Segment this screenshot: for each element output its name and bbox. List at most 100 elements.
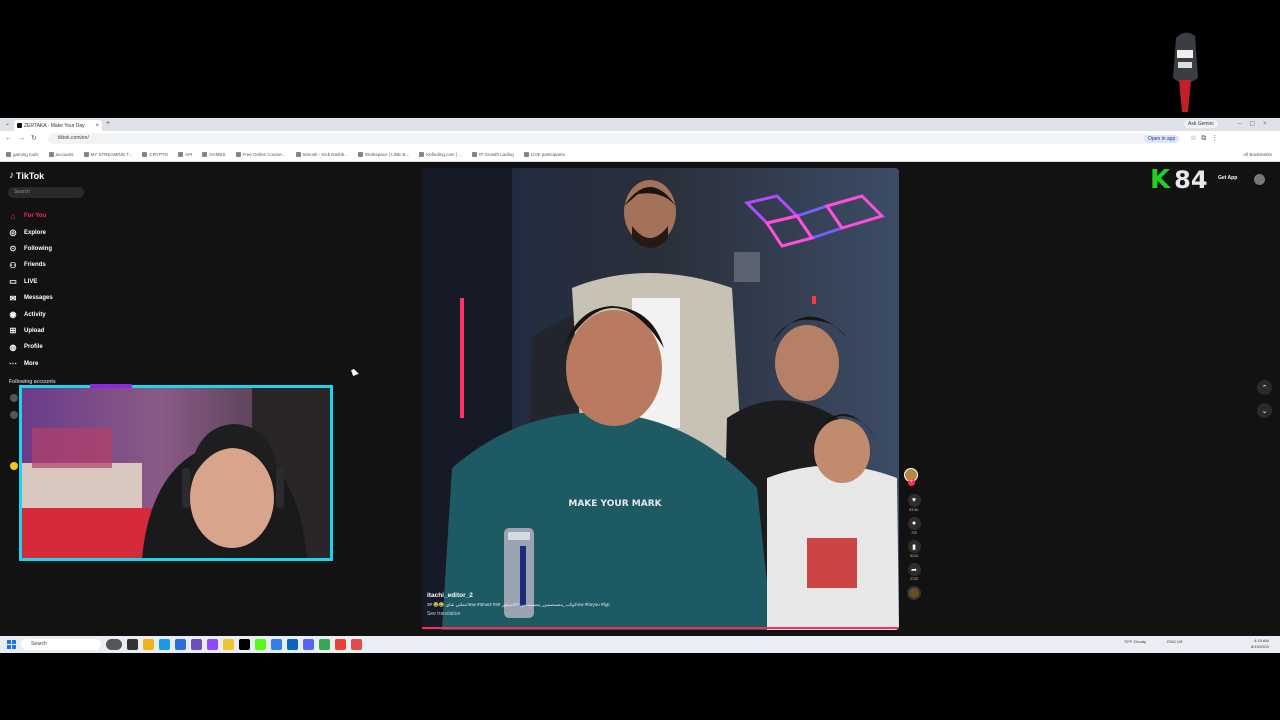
- linkedin-icon[interactable]: [287, 639, 298, 650]
- edge-icon[interactable]: [159, 639, 170, 650]
- sidebar-item-label: Profile: [24, 344, 43, 351]
- upload-icon: ⊞: [9, 326, 17, 336]
- share-icon[interactable]: ➦: [907, 563, 921, 576]
- clock[interactable]: 4:15 AM 8/19/2024: [1251, 638, 1269, 650]
- comment-icon[interactable]: ●: [907, 517, 921, 530]
- sidebar-item-friends[interactable]: ⚇ Friends: [8, 257, 53, 273]
- folder-icon: [523, 151, 529, 157]
- video-frame: MAKE YOUR MARK: [422, 168, 899, 630]
- bookmark-label: LIVE participants: [530, 151, 565, 157]
- url-input[interactable]: tiktok.com/en/: [48, 133, 1148, 144]
- app-icon[interactable]: [335, 639, 346, 650]
- sidebar-item-more[interactable]: ⋯ More: [8, 356, 53, 372]
- score-overlay: K 84: [1150, 166, 1222, 194]
- sidebar-item-messages[interactable]: ✉ Messages: [8, 290, 53, 306]
- next-video-button[interactable]: ⌄: [1257, 403, 1272, 418]
- tiktok-logo[interactable]: ♪ TikTok: [9, 170, 44, 181]
- shield-icon[interactable]: [351, 639, 362, 650]
- ask-gemini-button[interactable]: Ask Gemini: [1184, 120, 1218, 128]
- bookmark-item[interactable]: API: [177, 151, 193, 157]
- x-icon[interactable]: [239, 639, 250, 650]
- kick-icon[interactable]: [255, 639, 266, 650]
- bookmark-item[interactable]: Free Online Course...: [235, 151, 286, 157]
- bookmark-item[interactable]: CRYPTO: [142, 151, 168, 157]
- previous-video-button[interactable]: ⌃: [1257, 380, 1272, 395]
- clock-date: 8/19/2024: [1251, 644, 1269, 649]
- all-bookmarks-button[interactable]: All Bookmarks: [1243, 152, 1272, 157]
- browser-window: ⌄ ZERTAKA - Make Your Day × + Ask Gemini…: [0, 118, 1280, 162]
- avatar[interactable]: [1254, 174, 1265, 185]
- following-avatar[interactable]: [10, 411, 18, 419]
- close-icon[interactable]: ×: [95, 123, 99, 129]
- bookmark-item[interactable]: LIVE participants: [523, 151, 565, 157]
- video-player[interactable]: MAKE YOUR MARK: [422, 168, 899, 630]
- following-icon: ⊙: [9, 244, 17, 254]
- score-value: 84: [1174, 166, 1208, 194]
- bookmark-icon[interactable]: ▮: [907, 540, 921, 553]
- open-in-app-button[interactable]: Open in app: [1144, 135, 1180, 143]
- follow-plus-icon[interactable]: +: [908, 479, 915, 486]
- video-username[interactable]: itachi_editor_2: [427, 592, 727, 599]
- bookmark-label: GAMES: [209, 151, 226, 157]
- sidebar-item-activity[interactable]: ◉ Activity: [8, 306, 53, 322]
- following-avatar[interactable]: [10, 394, 18, 402]
- new-tab-icon[interactable]: +: [106, 120, 110, 127]
- task-view-icon[interactable]: [127, 639, 138, 650]
- bookmark-item[interactable]: Kefinding.com | ...: [419, 151, 462, 157]
- bookmark-label: API: [184, 151, 193, 157]
- sidebar-item-for-you[interactable]: ⌂ For You: [8, 208, 53, 224]
- heart-icon[interactable]: ♥: [907, 494, 921, 507]
- twitch-icon[interactable]: [207, 639, 218, 650]
- windows-start-icon[interactable]: [7, 640, 16, 649]
- following-avatar[interactable]: [10, 462, 18, 470]
- bookmark-item[interactable]: gaming tools: [6, 151, 39, 157]
- folder-icon: [419, 151, 425, 157]
- search-input[interactable]: Search: [8, 187, 84, 198]
- sidebar-item-following[interactable]: ⊙ Following: [8, 241, 53, 257]
- tab-search-icon[interactable]: ⌄: [5, 120, 10, 127]
- bookmark-item[interactable]: GAMES: [202, 151, 226, 157]
- creator-avatar[interactable]: +: [904, 468, 918, 486]
- app-icon[interactable]: [319, 639, 330, 650]
- folder-icon[interactable]: [223, 639, 234, 650]
- share-action[interactable]: ➦ 2723: [904, 563, 924, 581]
- sidebar-item-label: Activity: [24, 311, 46, 318]
- folder-icon: [358, 151, 364, 157]
- chrome-icon[interactable]: [143, 639, 154, 650]
- bookmark-item[interactable]: IP Growth Lading: [472, 151, 514, 157]
- browser-tab[interactable]: ZERTAKA - Make Your Day ×: [14, 120, 102, 131]
- system-tray[interactable]: 79°F Cloudy ENG US: [1124, 639, 1183, 644]
- sidebar-item-explore[interactable]: ◎ Explore: [8, 224, 53, 240]
- sidebar-nav: ⌂ For You ◎ Explore ⊙ Following ⚇ Friends ▭ LIVE ✉…: [8, 208, 53, 372]
- bookmark-label: CRYPTO: [149, 151, 168, 157]
- music-disc-icon[interactable]: [907, 586, 921, 600]
- sidebar-item-label: Messages: [24, 295, 53, 302]
- sidebar-item-profile[interactable]: ◍ Profile: [8, 339, 53, 355]
- sidebar-item-live[interactable]: ▭ LIVE: [8, 274, 53, 290]
- app-icon[interactable]: [191, 639, 202, 650]
- app-icon[interactable]: [271, 639, 282, 650]
- comment-action[interactable]: ● 720: [904, 517, 924, 535]
- language-indicator: ENG US: [1167, 639, 1183, 644]
- bookmark-item[interactable]: MY STREAMING T...: [83, 151, 133, 157]
- like-action[interactable]: ♥ 53.3K: [904, 494, 924, 512]
- bookmark-item[interactable]: Workspace | LINE B...: [358, 151, 409, 157]
- bookmark-item[interactable]: Simonk - Kick Dashb...: [295, 151, 348, 157]
- video-progress-bar[interactable]: [422, 627, 899, 629]
- video-actions: + ♥ 53.3K ● 720 ▮ 5124 ➦ 2723: [904, 468, 924, 600]
- app-icon[interactable]: [175, 639, 186, 650]
- nav-buttons[interactable]: ←→↻: [5, 134, 43, 142]
- taskbar-search-input[interactable]: Search: [21, 639, 101, 650]
- bookmark-item[interactable]: accounts: [48, 151, 74, 157]
- extension-icons[interactable]: ☆⧉⋮: [1190, 134, 1223, 143]
- see-translation-link[interactable]: See translation: [427, 611, 727, 617]
- like-count: 53.3K: [909, 508, 919, 512]
- discord-icon[interactable]: [303, 639, 314, 650]
- widgets-icon[interactable]: [106, 639, 122, 650]
- tiktok-favicon-icon: [17, 123, 22, 128]
- save-action[interactable]: ▮ 5124: [904, 540, 924, 558]
- webcam-overlay: [19, 385, 333, 561]
- window-controls[interactable]: –▢×: [1238, 120, 1275, 127]
- sidebar-item-upload[interactable]: ⊞ Upload: [8, 323, 53, 339]
- bookmark-label: MY STREAMING T...: [90, 151, 133, 157]
